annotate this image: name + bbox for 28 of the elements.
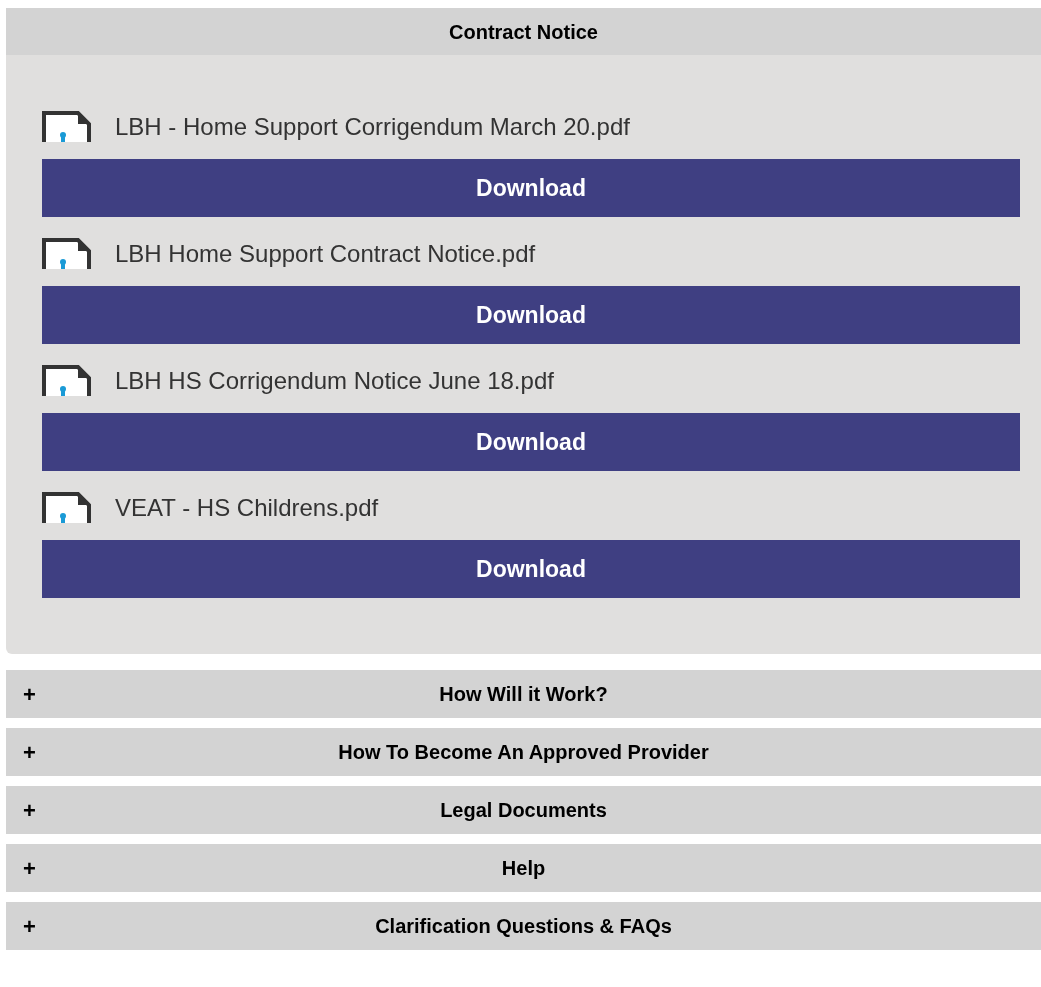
download-button[interactable]: Download <box>42 540 1020 598</box>
section-title: How Will it Work? <box>439 682 608 707</box>
panel-title: Contract Notice <box>449 19 598 45</box>
accordion-header[interactable]: + Clarification Questions & FAQs <box>6 902 1041 950</box>
section-title: Clarification Questions & FAQs <box>375 914 672 939</box>
file-icon <box>42 238 91 270</box>
file-name: LBH Home Support Contract Notice.pdf <box>115 239 536 269</box>
accordion-header[interactable]: + How To Become An Approved Provider <box>6 728 1041 776</box>
download-button[interactable]: Download <box>42 286 1020 344</box>
download-button[interactable]: Download <box>42 159 1020 217</box>
accordion-header[interactable]: + Help <box>6 844 1041 892</box>
section-title: How To Become An Approved Provider <box>338 740 709 765</box>
expand-toggle[interactable]: + <box>23 851 36 885</box>
expand-toggle[interactable]: + <box>23 677 36 711</box>
expand-toggle[interactable]: + <box>23 909 36 943</box>
expand-toggle[interactable]: + <box>23 735 36 769</box>
download-button[interactable]: Download <box>42 413 1020 471</box>
section-title: Legal Documents <box>440 798 607 823</box>
file-name: LBH - Home Support Corrigendum March 20.pdf <box>115 112 630 142</box>
file-icon <box>42 365 91 397</box>
expand-toggle[interactable]: + <box>23 793 36 827</box>
file-icon <box>42 111 91 143</box>
accordion-header[interactable]: + How Will it Work? <box>6 670 1041 718</box>
accordion-header[interactable]: + Legal Documents <box>6 786 1041 834</box>
file-name: LBH HS Corrigendum Notice June 18.pdf <box>115 366 554 396</box>
file-icon <box>42 492 91 524</box>
section-title: Help <box>501 856 546 881</box>
file-name: VEAT - HS Childrens.pdf <box>115 493 379 523</box>
